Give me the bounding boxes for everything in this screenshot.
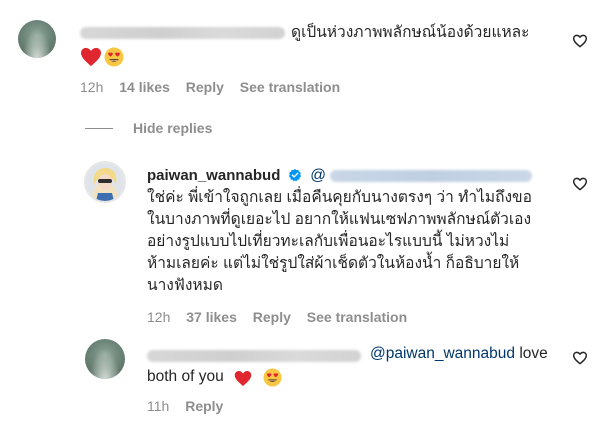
reply-button[interactable]: Reply xyxy=(186,79,224,95)
paiwan-avatar-image xyxy=(86,163,124,201)
reply-text-line: นางฟังหมด xyxy=(147,277,223,294)
reply2-first-line: @paiwan_wannabud love xyxy=(370,343,548,364)
reply2-username-blurred[interactable] xyxy=(147,350,361,362)
paiwan-avatar[interactable] xyxy=(84,161,126,203)
reply2-mention[interactable]: @paiwan_wannabud xyxy=(370,345,515,362)
reply-text-line: ใช่ค่ะ พี่เข้าใจถูกเลย เมื่อคืนคุยกับนาง… xyxy=(147,189,532,206)
reply-likes[interactable]: 37 likes xyxy=(186,309,237,325)
heart-eyes-emoji xyxy=(263,368,282,387)
reply-button[interactable]: Reply xyxy=(253,309,291,325)
reply-text-line: อย่างรูปแบบไปเที่ยวทะเลกับเพื่อนอะไรแบบน… xyxy=(147,233,510,250)
comment-meta: 12h 14 likes Reply See translation xyxy=(80,79,340,95)
hide-replies-line xyxy=(85,128,113,129)
reply2-text: both of you xyxy=(147,368,224,385)
paiwan-username[interactable]: paiwan_wannabud xyxy=(147,167,280,184)
red-heart-emoji xyxy=(81,47,101,67)
reply2-second-line: both of you xyxy=(147,366,224,388)
reply-meta: 12h 37 likes Reply See translation xyxy=(147,309,407,325)
like-heart-icon[interactable] xyxy=(572,350,588,366)
see-translation-button[interactable]: See translation xyxy=(240,79,340,95)
comment-likes[interactable]: 14 likes xyxy=(119,79,170,95)
heart-eyes-emoji xyxy=(104,47,124,67)
reply2-meta: 11h Reply xyxy=(147,398,223,414)
see-translation-button[interactable]: See translation xyxy=(307,309,407,325)
reply-header: paiwan_wannabud @ xyxy=(147,165,326,186)
reply-mention[interactable]: @ xyxy=(310,167,326,184)
like-heart-icon[interactable] xyxy=(572,176,588,192)
reply-text-block: ใช่ค่ะ พี่เข้าใจถูกเลย เมื่อคืนคุยกับนาง… xyxy=(147,187,532,297)
reply-button[interactable]: Reply xyxy=(185,398,223,414)
red-heart-emoji xyxy=(234,371,252,386)
commenter-username-blurred[interactable] xyxy=(80,27,285,39)
hide-replies-button[interactable]: Hide replies xyxy=(133,120,212,136)
reply-text-line: ห้ามเลยค่ะ แต่ไม่ใช่รูปใส่ผ้าเช็ดตัวในห้… xyxy=(147,255,520,272)
reply2-time[interactable]: 11h xyxy=(147,398,169,414)
reply-time[interactable]: 12h xyxy=(147,309,170,325)
verified-badge-icon xyxy=(288,168,301,182)
reply2-avatar[interactable] xyxy=(85,339,125,379)
mentioned-username-blurred[interactable] xyxy=(330,170,532,182)
like-heart-icon[interactable] xyxy=(572,33,588,49)
reply2-text-end: love xyxy=(515,345,548,362)
reply-text-line: ในบางภาพที่ดูเยอะไป อยากให้แฟนเซฟภาพพลัก… xyxy=(147,211,532,228)
comment-text: ดูเป็นห่วงภาพพลักษณ์น้องด้วยแหละ xyxy=(291,24,530,41)
comment-time[interactable]: 12h xyxy=(80,79,103,95)
commenter-avatar[interactable] xyxy=(18,20,56,58)
